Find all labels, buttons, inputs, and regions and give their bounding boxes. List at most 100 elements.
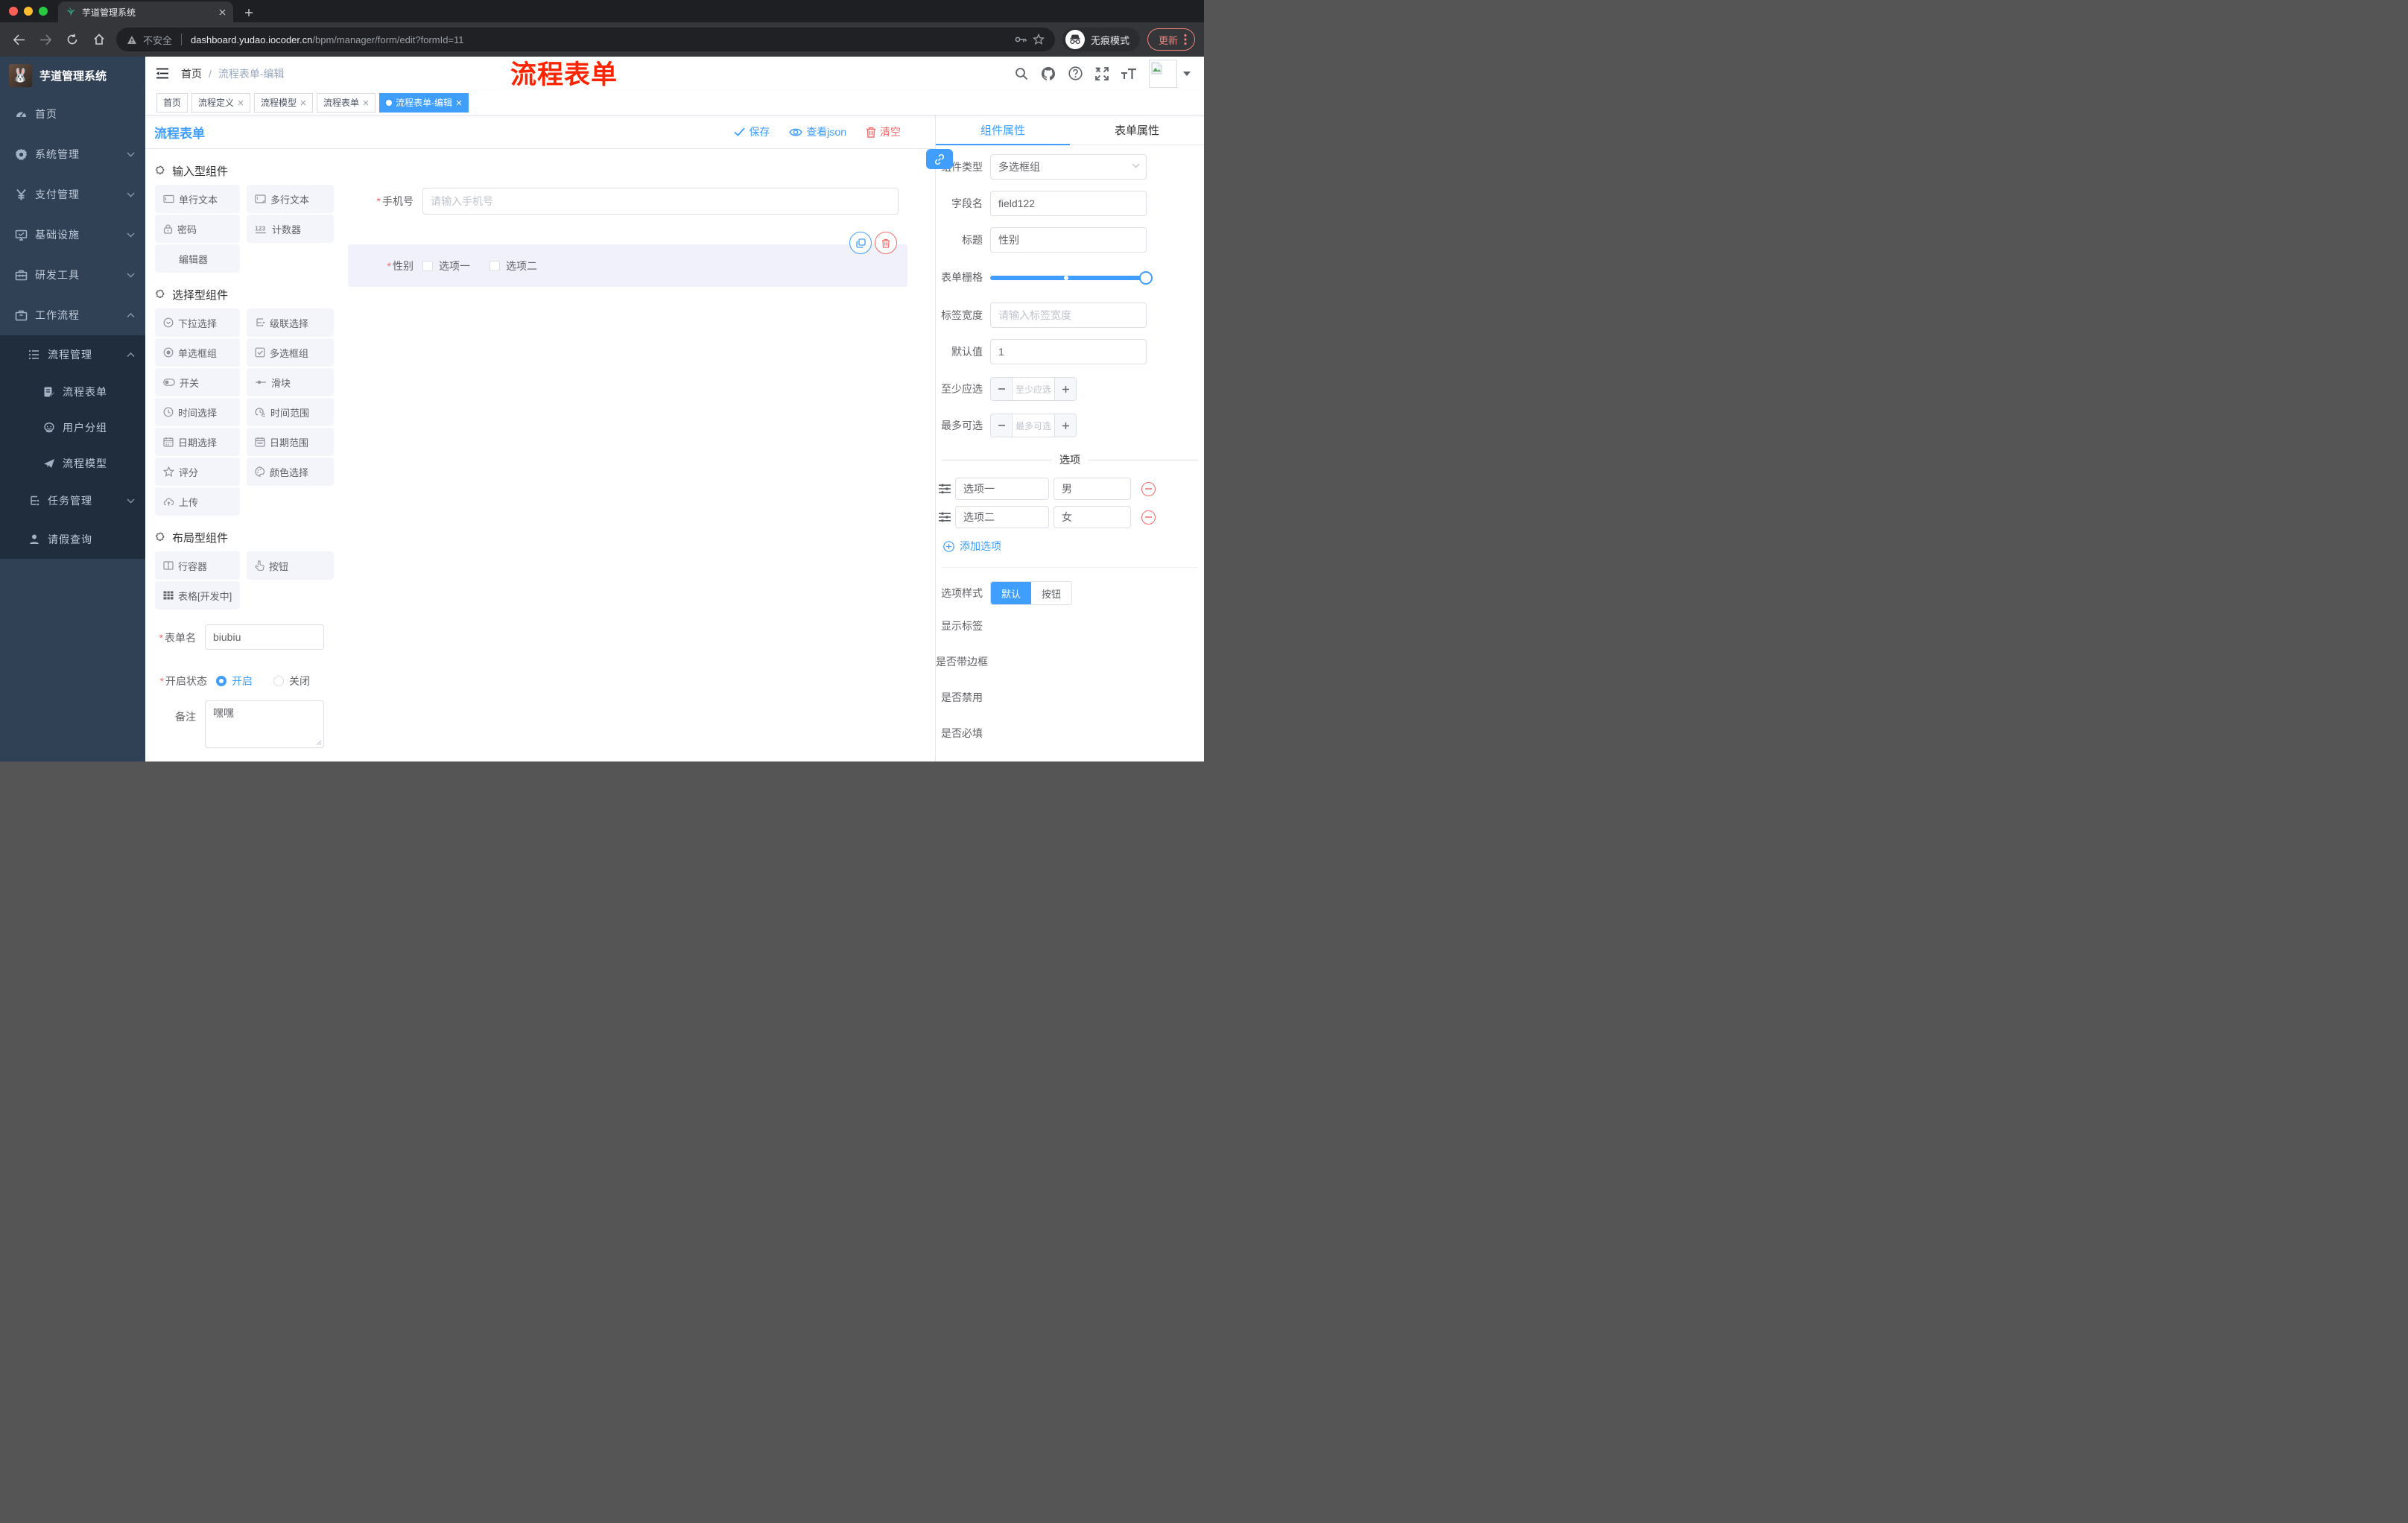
back-icon[interactable] bbox=[9, 30, 28, 49]
palette-item-multi-text[interactable]: 多行文本 bbox=[247, 185, 334, 213]
palette-item-password[interactable]: 密码 bbox=[155, 215, 240, 243]
remark-textarea[interactable]: 嘿嘿 bbox=[205, 700, 324, 748]
avatar[interactable] bbox=[1149, 59, 1177, 88]
zoom-window-button[interactable] bbox=[39, 7, 48, 16]
tag-home[interactable]: 首页 bbox=[156, 92, 188, 113]
option-value-input[interactable] bbox=[1054, 506, 1131, 528]
view-json-button[interactable]: 查看json bbox=[789, 124, 846, 139]
palette-item-slider[interactable]: 滑块 bbox=[247, 368, 334, 396]
sidebar-item-user-group[interactable]: 用户分组 bbox=[0, 410, 145, 446]
browser-menu-icon[interactable] bbox=[1184, 34, 1187, 45]
canvas-field-gender-selected[interactable]: * 性别 选项一 选项二 bbox=[348, 232, 907, 287]
canvas-field-phone[interactable]: * 手机号 bbox=[340, 188, 899, 215]
tab-form-props[interactable]: 表单属性 bbox=[1070, 115, 1204, 145]
palette-item-radio-group[interactable]: 单选框组 bbox=[155, 338, 240, 367]
component-type-value[interactable] bbox=[990, 154, 1147, 180]
reload-icon[interactable] bbox=[63, 30, 82, 49]
home-icon[interactable] bbox=[89, 30, 109, 49]
component-type-select[interactable] bbox=[990, 154, 1147, 180]
label-width-input[interactable] bbox=[990, 303, 1147, 328]
tag-process-definition[interactable]: 流程定义 bbox=[191, 92, 251, 113]
breadcrumb-home[interactable]: 首页 bbox=[181, 66, 202, 81]
tag-close-icon[interactable] bbox=[363, 100, 369, 106]
palette-item-single-text[interactable]: 单行文本 bbox=[155, 185, 240, 213]
sidebar-item-workflow[interactable]: 工作流程 bbox=[0, 295, 145, 335]
tag-process-model[interactable]: 流程模型 bbox=[254, 92, 314, 113]
sidebar-item-process-form[interactable]: 流程表单 bbox=[0, 374, 145, 410]
option-value-input[interactable] bbox=[1054, 478, 1131, 500]
palette-item-upload[interactable]: 上传 bbox=[155, 487, 240, 516]
minimize-window-button[interactable] bbox=[24, 7, 33, 16]
key-icon[interactable] bbox=[1015, 36, 1027, 43]
sidebar-item-process-model[interactable]: 流程模型 bbox=[0, 446, 145, 481]
tab-close-icon[interactable] bbox=[219, 9, 226, 16]
increase-button[interactable] bbox=[1054, 378, 1076, 400]
palette-item-rate[interactable]: 评分 bbox=[155, 457, 240, 486]
palette-item-time-picker[interactable]: 时间选择 bbox=[155, 398, 240, 426]
phone-input[interactable] bbox=[422, 188, 899, 215]
slider-thumb[interactable] bbox=[1139, 271, 1153, 285]
fullscreen-icon[interactable] bbox=[1091, 63, 1113, 85]
sidebar-item-pay[interactable]: 支付管理 bbox=[0, 174, 145, 215]
default-value-input[interactable] bbox=[990, 339, 1147, 364]
drag-handle-icon[interactable] bbox=[939, 512, 951, 522]
palette-item-checkbox-group[interactable]: 多选框组 bbox=[247, 338, 334, 367]
form-name-input[interactable] bbox=[205, 624, 324, 650]
style-default-button[interactable]: 默认 bbox=[991, 582, 1032, 604]
bookmark-star-icon[interactable] bbox=[1032, 34, 1045, 45]
palette-item-select[interactable]: 下拉选择 bbox=[155, 308, 240, 337]
status-on-radio[interactable]: 开启 bbox=[216, 674, 253, 688]
palette-item-table[interactable]: 表格[开发中] bbox=[155, 581, 240, 609]
sidebar-item-leave-query[interactable]: 请假查询 bbox=[0, 520, 145, 559]
palette-item-row-container[interactable]: 行容器 bbox=[155, 551, 240, 580]
sidebar-item-process-mgmt[interactable]: 流程管理 bbox=[0, 335, 145, 374]
add-option-button[interactable]: 添加选项 bbox=[943, 539, 1204, 554]
status-off-radio[interactable]: 关闭 bbox=[273, 674, 310, 688]
address-bar[interactable]: 不安全 dashboard.yudao.iocoder.cn/bpm/manag… bbox=[116, 28, 1055, 51]
remove-option-button[interactable] bbox=[1141, 510, 1156, 525]
data-link-tab[interactable] bbox=[926, 149, 953, 169]
palette-item-switch[interactable]: 开关 bbox=[155, 368, 240, 396]
sidebar-item-system[interactable]: 系统管理 bbox=[0, 134, 145, 174]
clear-button[interactable]: 清空 bbox=[866, 124, 901, 139]
github-icon[interactable] bbox=[1037, 63, 1059, 85]
remove-option-button[interactable] bbox=[1141, 481, 1156, 496]
palette-item-color-picker[interactable]: 颜色选择 bbox=[247, 457, 334, 486]
close-window-button[interactable] bbox=[9, 7, 18, 16]
collapse-sidebar-icon[interactable] bbox=[156, 68, 169, 79]
browser-tab[interactable]: 芋道管理系统 bbox=[58, 1, 233, 22]
form-canvas[interactable]: *手机号 *性别 选项一 选项二 bbox=[340, 149, 935, 762]
copy-component-button[interactable] bbox=[849, 232, 872, 254]
palette-item-button[interactable]: 按钮 bbox=[247, 551, 334, 580]
avatar-caret-icon[interactable] bbox=[1183, 71, 1191, 76]
palette-item-editor[interactable]: 编辑器 bbox=[155, 244, 240, 273]
palette-item-date-picker[interactable]: 日期选择 bbox=[155, 428, 240, 456]
title-input[interactable] bbox=[990, 227, 1147, 253]
style-button-button[interactable]: 按钮 bbox=[1031, 582, 1072, 604]
sidebar-item-task-mgmt[interactable]: 任务管理 bbox=[0, 481, 145, 520]
palette-item-cascader[interactable]: 级联选择 bbox=[247, 308, 334, 337]
max-select-value[interactable]: 最多可选 bbox=[1013, 414, 1054, 437]
tab-component-props[interactable]: 组件属性 bbox=[936, 115, 1070, 145]
palette-item-counter[interactable]: 123 计数器 bbox=[247, 215, 334, 243]
gender-option1-checkbox[interactable]: 选项一 bbox=[422, 259, 470, 273]
tag-close-icon[interactable] bbox=[456, 100, 462, 106]
min-select-value[interactable]: 至少应选 bbox=[1013, 378, 1054, 400]
sidebar-item-devtools[interactable]: 研发工具 bbox=[0, 255, 145, 295]
tag-close-icon[interactable] bbox=[238, 100, 244, 106]
browser-update-button[interactable]: 更新 bbox=[1147, 28, 1195, 51]
forward-icon[interactable] bbox=[36, 30, 55, 49]
font-size-icon[interactable] bbox=[1118, 63, 1140, 85]
form-grid-slider[interactable] bbox=[990, 265, 1153, 290]
save-button[interactable]: 保存 bbox=[734, 124, 770, 139]
gender-option2-checkbox[interactable]: 选项二 bbox=[489, 259, 537, 273]
drag-handle-icon[interactable] bbox=[939, 484, 951, 494]
palette-item-time-range[interactable]: 时间范围 bbox=[247, 398, 334, 426]
new-tab-button[interactable] bbox=[239, 3, 259, 22]
increase-button[interactable] bbox=[1054, 414, 1076, 437]
tag-close-icon[interactable] bbox=[300, 100, 306, 106]
decrease-button[interactable] bbox=[991, 378, 1013, 400]
delete-component-button[interactable] bbox=[875, 232, 897, 254]
sidebar-item-infra[interactable]: 基础设施 bbox=[0, 215, 145, 255]
decrease-button[interactable] bbox=[991, 414, 1013, 437]
